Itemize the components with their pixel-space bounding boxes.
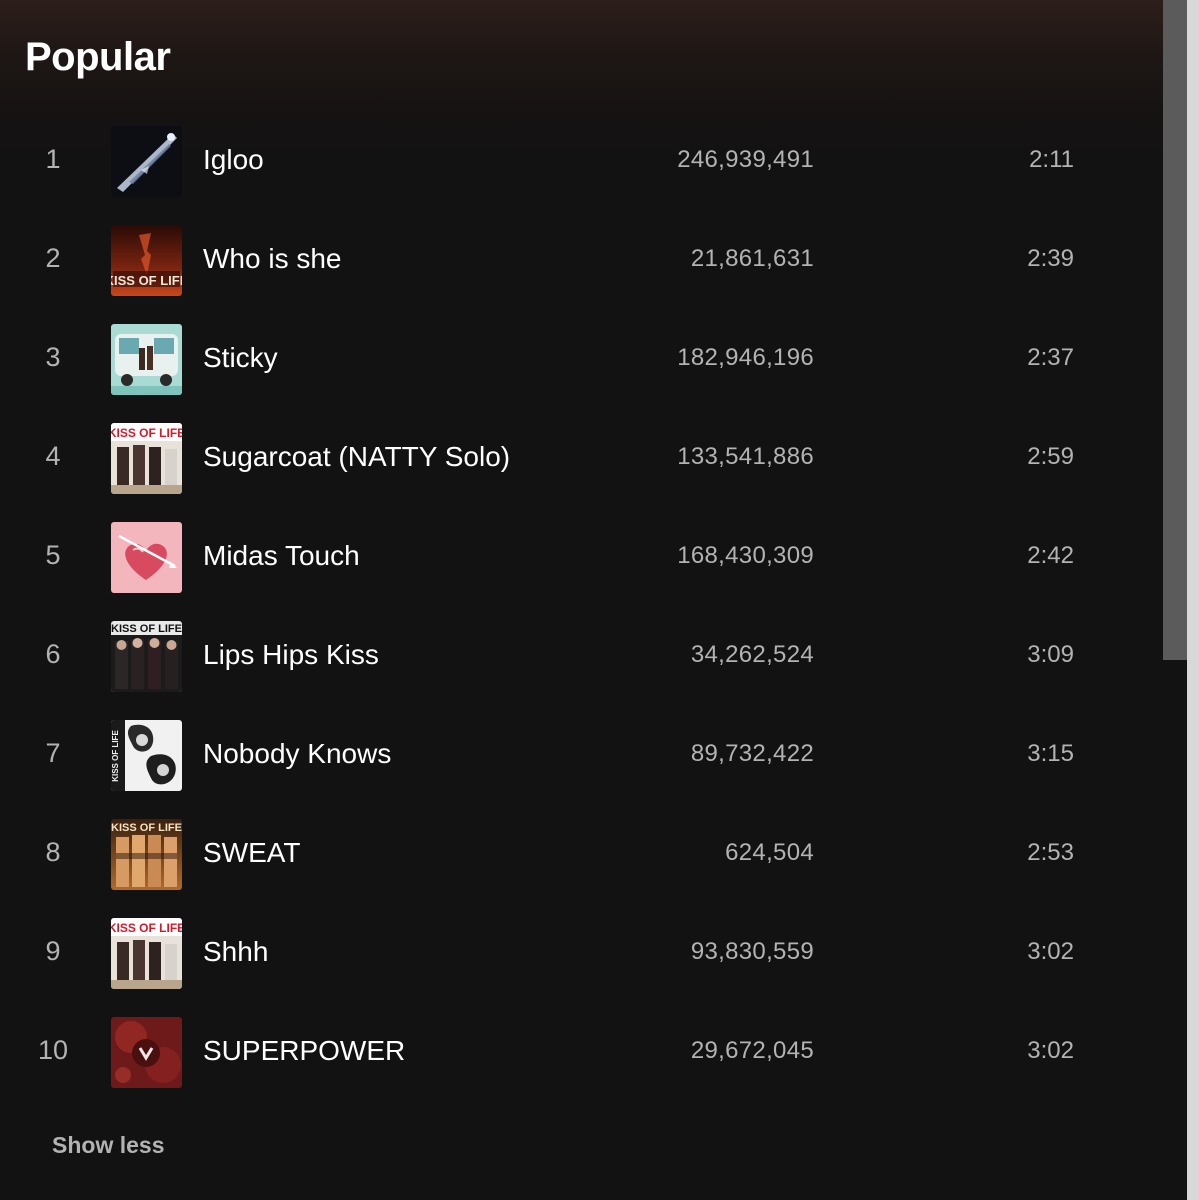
track-number: 3: [45, 342, 61, 372]
track-title[interactable]: Sticky: [203, 340, 278, 376]
track-duration: 3:02: [1027, 1037, 1074, 1064]
track-number: 10: [37, 1035, 69, 1065]
track-number: 8: [45, 837, 61, 867]
track-duration: 3:02: [1027, 938, 1074, 965]
play-count: 34,262,524: [690, 641, 814, 668]
track-duration: 2:37: [1027, 344, 1074, 371]
track-row[interactable]: 9 KISS OF LIFE Shhh 93,830,559 3:02: [0, 903, 1160, 1002]
album-cover-image: KISS OF LIFE: [111, 225, 182, 296]
window-edge: [1187, 0, 1199, 1200]
track-number: 2: [45, 243, 61, 273]
popular-tracks-panel: Popular 1 Igloo 246,939,491 2:11 2 ISS O…: [0, 0, 1199, 1200]
album-cover-image: [111, 324, 182, 395]
track-title[interactable]: SUPERPOWER: [203, 1033, 405, 1069]
track-number: 7: [45, 738, 61, 768]
album-cover-image: [111, 126, 182, 197]
play-count: 133,541,886: [677, 443, 814, 470]
track-duration: 2:11: [1029, 146, 1074, 173]
play-count: 89,732,422: [690, 740, 814, 767]
play-count: 168,430,309: [677, 542, 814, 569]
track-number: 5: [45, 540, 61, 570]
track-title[interactable]: Midas Touch: [203, 538, 360, 574]
track-number: 1: [45, 144, 61, 174]
track-duration: 3:09: [1027, 641, 1074, 668]
kiss-of-life-logo: KISS OF LIFE: [111, 822, 182, 834]
track-row[interactable]: 7 KISS OF LIFE Nobody Knows 89,732,422 3…: [0, 705, 1160, 804]
track-title[interactable]: SWEAT: [203, 835, 300, 871]
kiss-of-life-logo: KISS OF LIFE: [111, 623, 182, 635]
track-number: 6: [45, 639, 61, 669]
track-title[interactable]: Lips Hips Kiss: [203, 637, 379, 673]
track-duration: 2:39: [1027, 245, 1074, 272]
track-title[interactable]: Shhh: [203, 934, 268, 970]
album-cover-image: [111, 522, 182, 593]
track-title[interactable]: Igloo: [203, 142, 264, 178]
kiss-of-life-logo: KISS OF LIFE: [111, 730, 120, 782]
play-count: 182,946,196: [677, 344, 814, 371]
track-row[interactable]: 1 Igloo 246,939,491 2:11: [0, 111, 1160, 210]
track-row[interactable]: 3 Sticky 182,946,196 2:37: [0, 309, 1160, 408]
album-cover-image: KISS OF LIFE: [111, 423, 182, 494]
track-row[interactable]: 5 Midas Touch 168,430,309 2:42: [0, 507, 1160, 606]
track-row[interactable]: 4 KISS OF LIFE Sugarcoat (NATTY Solo) 13…: [0, 408, 1160, 507]
track-title[interactable]: Nobody Knows: [203, 736, 391, 772]
album-cover-image: KISS OF LIFE: [111, 720, 182, 791]
track-duration: 2:53: [1027, 839, 1074, 866]
track-title[interactable]: Who is she: [203, 241, 342, 277]
track-row[interactable]: 8 KISS OF LIFE SWEAT 624,504 2:53: [0, 804, 1160, 903]
kiss-of-life-logo: KISS OF LIFE: [111, 426, 182, 440]
section-title: Popular: [25, 35, 171, 79]
show-less-button[interactable]: Show less: [52, 1130, 164, 1160]
track-title[interactable]: Sugarcoat (NATTY Solo): [203, 439, 510, 475]
track-duration: 3:15: [1027, 740, 1074, 767]
album-cover-image: KISS OF LIFE: [111, 621, 182, 692]
play-count: 29,672,045: [690, 1037, 814, 1064]
play-count: 624,504: [725, 839, 814, 866]
album-cover-image: KISS OF LIFE: [111, 819, 182, 890]
kiss-of-life-logo: KISS OF LIFE: [111, 273, 182, 288]
track-list: 1 Igloo 246,939,491 2:11 2 ISS OF LIF Wh…: [0, 111, 1160, 1101]
play-count: 246,939,491: [677, 146, 814, 173]
play-count: 21,861,631: [690, 245, 814, 272]
kiss-of-life-logo: KISS OF LIFE: [111, 921, 182, 935]
album-cover-image: [111, 1017, 182, 1088]
track-duration: 2:42: [1027, 542, 1074, 569]
track-row[interactable]: 6 KISS OF LIFE Lips Hips Kiss 34,262,524…: [0, 606, 1160, 705]
track-number: 9: [45, 936, 61, 966]
scrollbar-thumb[interactable]: [1163, 0, 1187, 660]
track-row[interactable]: 2 KISS OF LIFE Who is she: [0, 210, 1160, 309]
track-row[interactable]: 10 SUPERPOWER 29,672,045 3:02: [0, 1002, 1160, 1101]
album-cover-image: KISS OF LIFE: [111, 918, 182, 989]
track-number: 4: [45, 441, 61, 471]
track-duration: 2:59: [1027, 443, 1074, 470]
play-count: 93,830,559: [690, 938, 814, 965]
